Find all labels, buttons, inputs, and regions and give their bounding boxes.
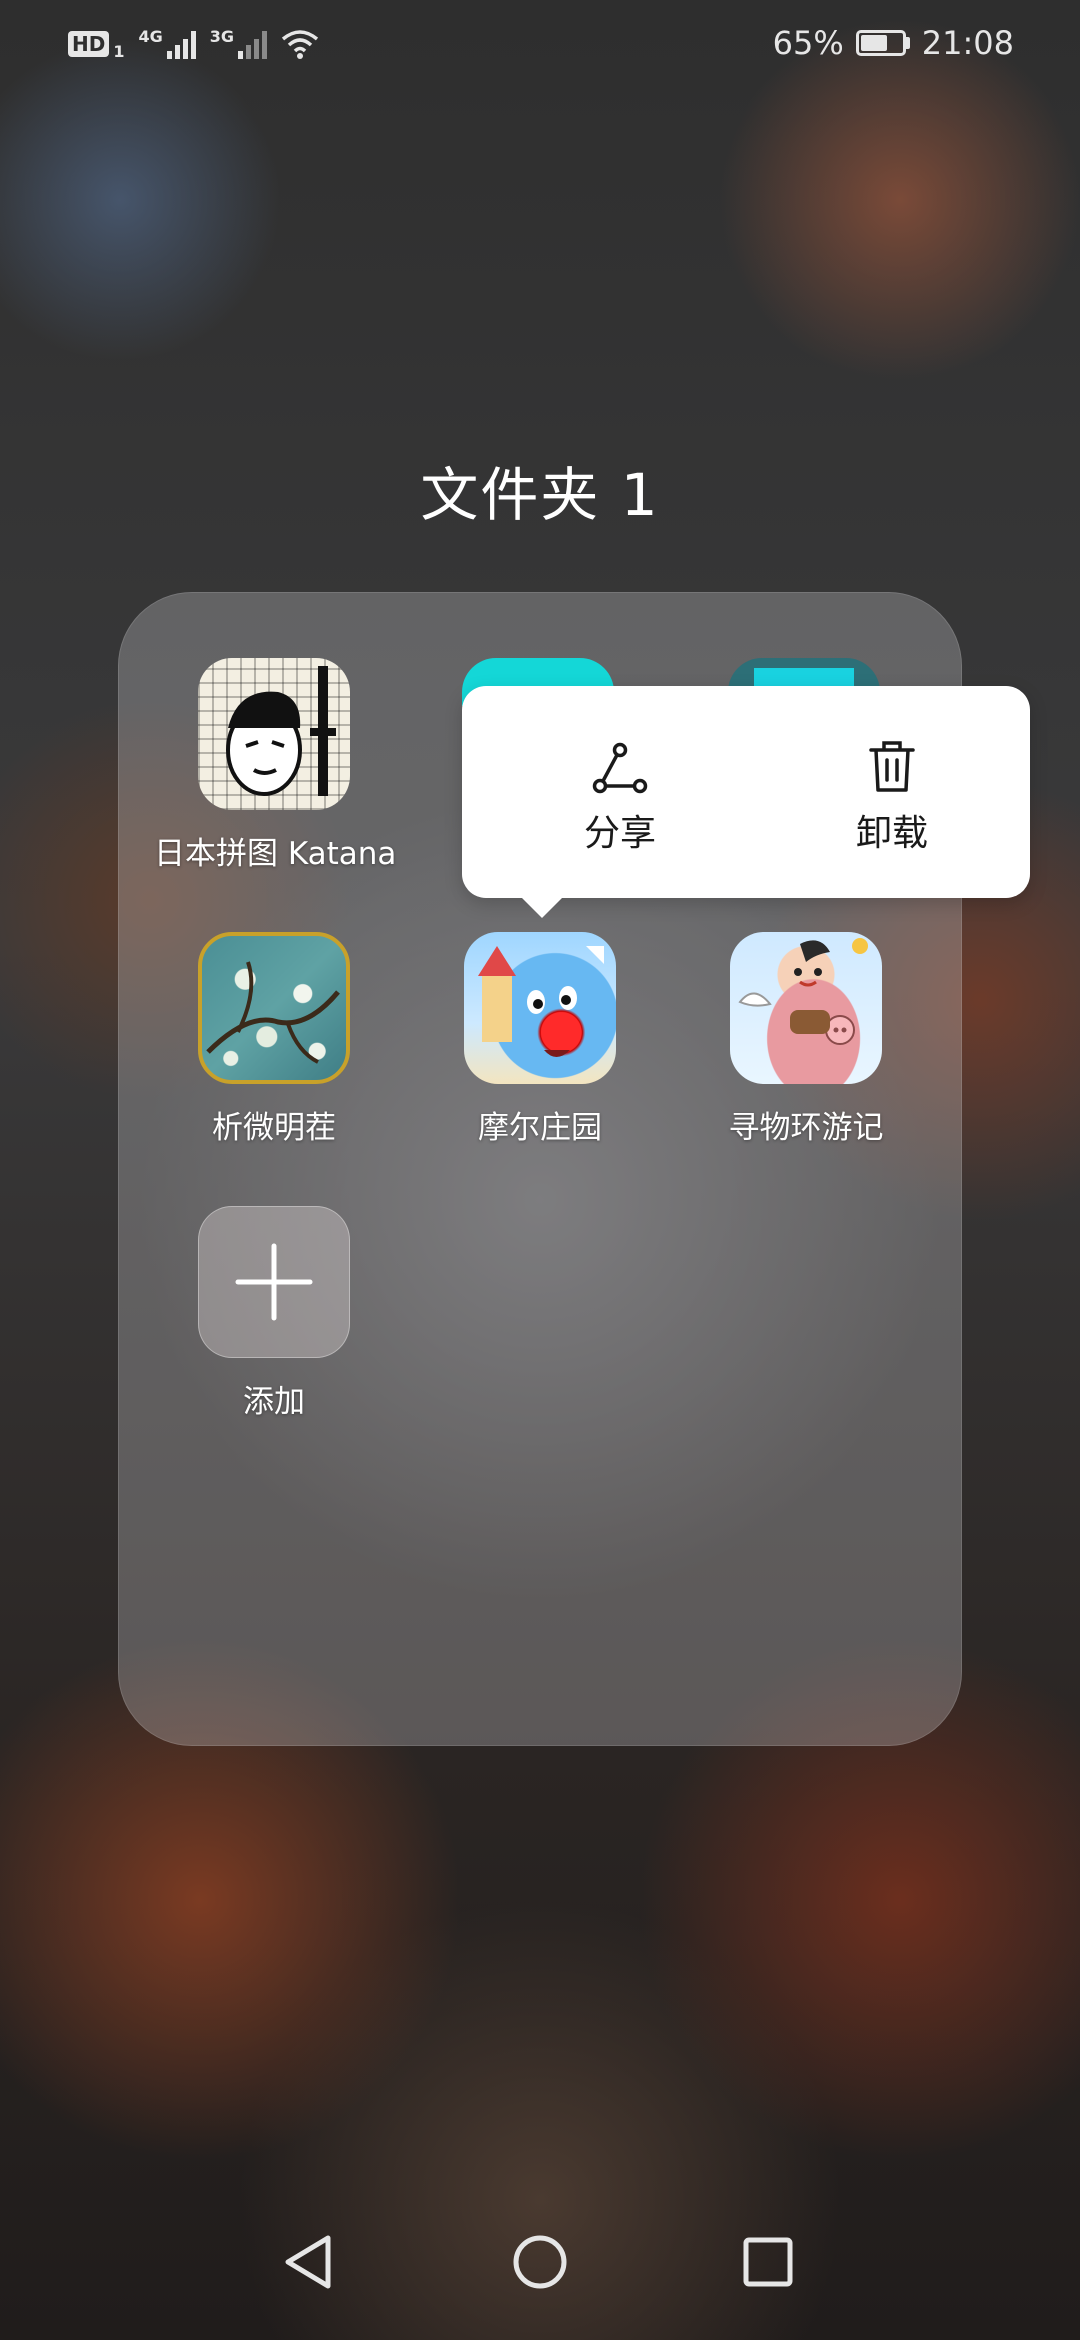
folder-title[interactable]: 文件夹 1 [0,448,1080,532]
back-button[interactable] [268,2222,348,2302]
app-label: 寻物环游记 [728,1110,884,1146]
trash-icon [792,736,992,794]
signal-strength-icon [166,29,196,59]
flying-pig-icon [730,932,882,1084]
home-circle-icon [513,2235,567,2289]
sim-number: 1 [113,42,125,61]
share-icon [520,736,720,794]
status-right: 65% 21:08 [773,24,1014,62]
network-type-1: 4G [138,27,163,46]
mole-manor-icon [464,932,616,1084]
app-label: 日本拼图 Katana [154,836,397,872]
hd-badge: HD [68,30,110,57]
navigation-bar [0,2170,1080,2340]
wifi-icon [281,29,319,59]
battery-icon [855,30,910,56]
network-type-2: 3G [209,27,235,46]
uninstall-option[interactable]: 卸载 [792,736,992,856]
app-label: 摩尔庄园 [478,1110,602,1146]
katana-puzzle-icon [198,658,350,810]
share-option[interactable]: 分享 [520,736,720,856]
app-katana-puzzle[interactable]: 日本拼图 Katana [154,658,397,873]
uninstall-label: 卸载 [855,813,928,854]
context-menu-pointer [522,898,562,918]
almond-blossom-icon [198,932,350,1084]
app-almond-blossom[interactable]: 析微明茬 [154,932,394,1147]
home-button[interactable] [500,2222,580,2302]
signal-strength-2-icon [238,29,268,59]
app-mole-manor[interactable]: 摩尔庄园 [420,932,660,1147]
app-label: 析微明茬 [212,1110,336,1146]
battery-percent: 65% [772,24,844,62]
clock: 21:08 [921,24,1014,62]
app-context-menu: 分享 卸载 [462,686,1030,898]
plus-icon [198,1206,350,1358]
add-app-button[interactable]: 添加 [154,1206,394,1421]
recents-button[interactable] [728,2222,808,2302]
home-screen: HD 1 4G 3G 65% 21:08 文件夹 1 日本拼图 Katana 析… [0,0,1080,2340]
status-bar: HD 1 4G 3G 65% 21:08 [0,0,1080,90]
recents-square-icon [743,2237,793,2287]
app-flying-pig[interactable]: 寻物环游记 [686,932,926,1147]
share-label: 分享 [583,813,656,854]
back-triangle-icon [285,2235,331,2289]
status-left: HD 1 4G 3G [68,26,319,61]
app-label: 添加 [243,1384,305,1420]
